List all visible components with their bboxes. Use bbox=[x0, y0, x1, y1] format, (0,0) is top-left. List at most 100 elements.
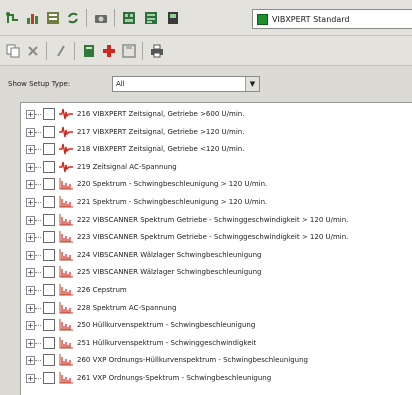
tree-row-label: 220 Spektrum - Schwingbeschleunigung > 1… bbox=[77, 180, 268, 189]
tree-row[interactable]: +224 VIBSCANNER Wälzlager Schwingbeschle… bbox=[21, 248, 412, 262]
signal-icon bbox=[59, 126, 73, 138]
main-toolbar: VIBXPERT Standard bbox=[0, 0, 412, 36]
row-checkbox[interactable] bbox=[43, 372, 55, 384]
spectrum-icon bbox=[59, 284, 73, 296]
sync-icon[interactable] bbox=[64, 9, 82, 27]
spectrum-icon bbox=[59, 319, 73, 331]
spectrum-icon bbox=[59, 266, 73, 278]
bar-chart-icon[interactable] bbox=[24, 9, 42, 27]
signal-icon bbox=[59, 108, 73, 120]
device-select-value: VIBXPERT Standard bbox=[272, 14, 350, 24]
spectrum-icon bbox=[59, 301, 73, 314]
row-checkbox[interactable] bbox=[43, 319, 55, 332]
row-checkbox[interactable] bbox=[43, 178, 55, 191]
toolbar-separator bbox=[74, 42, 75, 60]
tree-row[interactable]: +216 VIBXPERT Zeitsignal, Getriebe >600 … bbox=[21, 107, 412, 121]
tree-row[interactable]: +217 VIBXPERT Zeitsignal, Getriebe >120 … bbox=[21, 125, 412, 139]
route-icon[interactable] bbox=[4, 9, 22, 27]
expand-icon[interactable]: + bbox=[26, 110, 35, 119]
grid-view-icon[interactable] bbox=[120, 9, 138, 27]
tree-row[interactable]: +251 Hüllkurvenspektrum - Schwinggeschwi… bbox=[21, 336, 412, 350]
setup-type-select[interactable]: All ▼ bbox=[112, 76, 260, 92]
tree-row[interactable]: +222 VIBSCANNER Spektrum Getriebe - Schw… bbox=[21, 213, 412, 227]
tree-row[interactable]: +218 VIBXPERT Zeitsignal, Getriebe <120 … bbox=[21, 142, 412, 156]
expand-icon[interactable]: + bbox=[26, 374, 35, 383]
tree-row-label: 260 VXP Ordnungs-Hüllkurvenspektrum - Sc… bbox=[77, 356, 308, 365]
tree-row-label: 225 VIBSCANNER Wälzlager Schwingbeschleu… bbox=[77, 268, 262, 277]
expand-icon[interactable]: + bbox=[26, 321, 35, 331]
expand-icon[interactable]: + bbox=[26, 145, 35, 155]
tree-connector bbox=[35, 254, 41, 256]
row-checkbox[interactable] bbox=[43, 108, 55, 120]
save-icon[interactable] bbox=[120, 42, 138, 60]
tree-connector bbox=[35, 219, 41, 221]
device-select[interactable]: VIBXPERT Standard bbox=[252, 9, 412, 29]
setup-type-value: All bbox=[116, 80, 125, 88]
tree-connector bbox=[35, 131, 41, 133]
tree-row[interactable]: +250 Hüllkurvenspektrum - Schwingbeschle… bbox=[21, 318, 412, 332]
expand-icon[interactable]: + bbox=[26, 215, 35, 225]
row-checkbox[interactable] bbox=[43, 248, 55, 261]
row-checkbox[interactable] bbox=[43, 284, 55, 296]
tree-row[interactable]: +220 Spektrum - Schwingbeschleunigung > … bbox=[21, 177, 412, 191]
expand-icon[interactable]: + bbox=[26, 268, 35, 278]
row-checkbox[interactable] bbox=[43, 266, 55, 279]
row-checkbox[interactable] bbox=[43, 354, 55, 367]
tree-row-label: 223 VIBSCANNER Spektrum Getriebe - Schwi… bbox=[77, 233, 349, 242]
chevron-down-icon[interactable]: ▼ bbox=[245, 77, 259, 91]
tree-row-label: 251 Hüllkurvenspektrum - Schwinggeschwin… bbox=[77, 338, 257, 347]
tree-row[interactable]: +223 VIBSCANNER Spektrum Getriebe - Schw… bbox=[21, 230, 412, 244]
tree-row-label: 224 VIBSCANNER Wälzlager Schwingbeschleu… bbox=[77, 250, 262, 259]
tree-row-label: 226 Cepstrum bbox=[77, 286, 127, 294]
expand-icon[interactable]: + bbox=[26, 338, 35, 348]
tree-row[interactable]: +228 Spektrum AC-Spannung bbox=[21, 301, 412, 315]
expand-icon[interactable]: + bbox=[26, 250, 35, 260]
tree-row[interactable]: +221 Spektrum - Schwingbeschleunigung > … bbox=[21, 195, 412, 209]
expand-icon[interactable]: + bbox=[26, 286, 35, 295]
tree-row[interactable]: +225 VIBSCANNER Wälzlager Schwingbeschle… bbox=[21, 265, 412, 279]
signal-icon bbox=[59, 161, 73, 173]
device-status-icon bbox=[257, 13, 268, 25]
edit-toolbar bbox=[0, 36, 412, 66]
delete-icon[interactable] bbox=[24, 42, 42, 60]
expand-icon[interactable]: + bbox=[26, 233, 35, 243]
expand-icon[interactable]: + bbox=[26, 198, 35, 207]
tree-connector bbox=[35, 378, 41, 379]
add-icon[interactable] bbox=[100, 42, 118, 60]
table-view-icon[interactable] bbox=[142, 9, 160, 27]
toolbar-separator bbox=[86, 9, 87, 27]
setup-tree[interactable]: +216 VIBXPERT Zeitsignal, Getriebe >600 … bbox=[20, 102, 412, 395]
tree-connector bbox=[35, 342, 41, 344]
tree-connector bbox=[35, 237, 41, 239]
report-icon[interactable] bbox=[44, 9, 62, 27]
device-icon[interactable] bbox=[164, 9, 182, 27]
tree-connector bbox=[35, 272, 41, 274]
tree-connector bbox=[35, 360, 41, 362]
row-checkbox[interactable] bbox=[43, 196, 55, 208]
tree-row[interactable]: +219 Zeitsignal AC-Spannung bbox=[21, 160, 412, 174]
expand-icon[interactable]: + bbox=[26, 303, 35, 313]
row-checkbox[interactable] bbox=[43, 160, 55, 173]
print-icon[interactable] bbox=[148, 42, 166, 60]
expand-icon[interactable]: + bbox=[26, 356, 35, 366]
toolbar-separator bbox=[46, 42, 47, 60]
copy-icon[interactable] bbox=[4, 42, 22, 60]
row-checkbox[interactable] bbox=[43, 143, 55, 156]
row-checkbox[interactable] bbox=[43, 336, 55, 349]
spectrum-icon bbox=[59, 354, 73, 366]
row-checkbox[interactable] bbox=[43, 125, 55, 138]
tree-row-label: 250 Hüllkurvenspektrum - Schwingbeschleu… bbox=[77, 321, 256, 330]
tree-row[interactable]: +261 VXP Ordnungs-Spektrum - Schwingbesc… bbox=[21, 371, 412, 385]
row-checkbox[interactable] bbox=[43, 231, 55, 244]
expand-icon[interactable]: + bbox=[26, 162, 35, 172]
expand-icon[interactable]: + bbox=[26, 180, 35, 190]
tree-row[interactable]: +226 Cepstrum bbox=[21, 283, 412, 297]
edit-icon[interactable] bbox=[52, 42, 70, 60]
row-checkbox[interactable] bbox=[43, 213, 55, 226]
row-checkbox[interactable] bbox=[43, 301, 55, 314]
expand-icon[interactable]: + bbox=[26, 127, 35, 137]
camera-icon[interactable] bbox=[92, 9, 110, 27]
tree-row[interactable]: +260 VXP Ordnungs-Hüllkurvenspektrum - S… bbox=[21, 353, 412, 367]
new-setup-icon[interactable] bbox=[80, 42, 98, 60]
spectrum-icon bbox=[59, 372, 73, 384]
